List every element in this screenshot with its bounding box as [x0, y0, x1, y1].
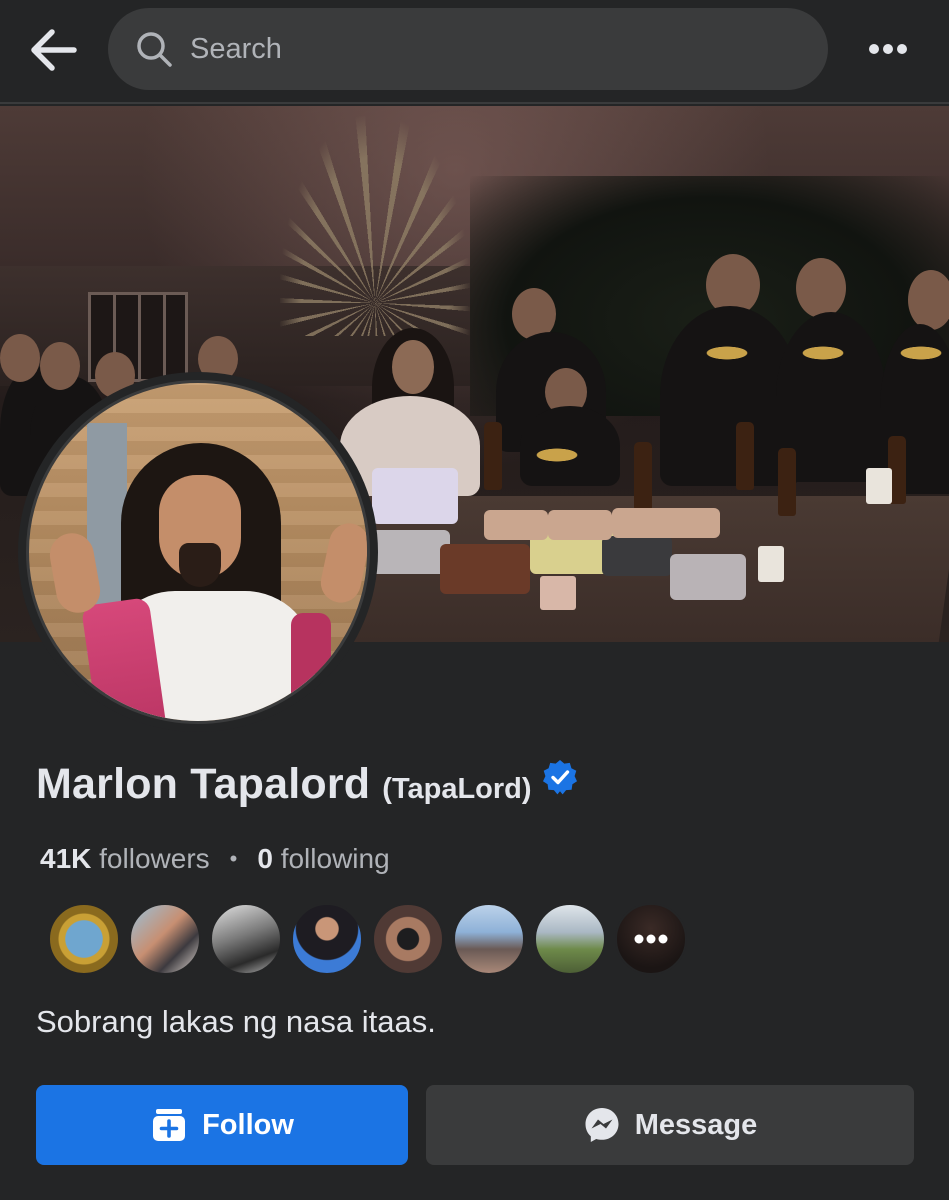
follow-stats: 41K followers • 0 following: [40, 843, 390, 875]
cover-bottle: [736, 422, 754, 490]
mutual-follower-avatar[interactable]: [453, 903, 525, 975]
followers-link[interactable]: 41K followers: [40, 843, 210, 875]
stats-separator: •: [229, 846, 238, 871]
avatar-beard: [179, 543, 221, 587]
profile-bio: Sobrang lakas ng nasa itaas.: [36, 1004, 436, 1039]
top-bar: [0, 0, 949, 104]
mutual-follower-avatar[interactable]: [129, 903, 201, 975]
followers-count: 41K: [40, 843, 92, 874]
message-button-label: Message: [634, 1108, 758, 1141]
mutual-follower-avatar[interactable]: [48, 903, 120, 975]
messenger-icon: [583, 1106, 621, 1144]
ellipsis-horizontal-icon: [869, 44, 907, 54]
verified-badge-icon: [542, 759, 577, 794]
cover-plant: [280, 116, 470, 336]
cover-food-tray: [660, 508, 720, 538]
follow-button-label: Follow: [202, 1108, 294, 1141]
cover-box: [372, 468, 458, 524]
search-input[interactable]: [190, 32, 790, 66]
cover-head: [392, 340, 434, 394]
back-button[interactable]: [22, 22, 84, 78]
cover-head: [0, 334, 40, 382]
more-mutual-followers-button[interactable]: [615, 903, 687, 975]
add-friend-icon: [150, 1107, 188, 1143]
follow-button[interactable]: Follow: [36, 1085, 408, 1165]
cover-foil-tray: [370, 530, 450, 574]
cover-shirt-logo: [522, 444, 592, 466]
cover-head: [796, 258, 846, 318]
cover-cup: [758, 546, 784, 582]
cover-food-tray: [484, 510, 548, 540]
profile-name-row: Marlon Tapalord (TapaLord): [36, 759, 578, 809]
cover-shirt-logo: [788, 342, 858, 364]
cover-cup: [866, 468, 892, 504]
profile-alternate-name: (TapaLord): [382, 773, 532, 805]
following-count: 0: [257, 843, 273, 874]
more-options-button[interactable]: [858, 26, 918, 72]
mutual-follower-avatar[interactable]: [372, 903, 444, 975]
cover-shirt-logo: [692, 342, 762, 364]
profile-picture[interactable]: [18, 372, 378, 732]
mutual-follower-avatar[interactable]: [534, 903, 606, 975]
ellipsis-horizontal-icon: [634, 934, 668, 944]
following-label: following: [280, 843, 390, 874]
followers-label: followers: [99, 843, 210, 874]
cover-food-tray: [548, 510, 612, 540]
cover-food-plate: [440, 544, 530, 594]
cover-bottle: [778, 448, 796, 516]
cover-food-tray: [670, 554, 746, 600]
cover-shirt-logo: [886, 342, 949, 364]
mutual-follower-avatar[interactable]: [210, 903, 282, 975]
profile-picture-image: [26, 380, 370, 724]
arrow-left-icon: [31, 29, 77, 71]
message-button[interactable]: Message: [426, 1085, 914, 1165]
search-icon: [134, 29, 174, 69]
profile-name: Marlon Tapalord: [36, 760, 371, 808]
cover-bottle: [484, 422, 502, 490]
mutual-followers-row: [48, 903, 696, 975]
cover-head: [908, 270, 949, 330]
cover-cup: [540, 576, 576, 610]
cover-food-tray: [602, 536, 672, 576]
mutual-follower-avatar[interactable]: [291, 903, 363, 975]
cover-bottle: [634, 442, 652, 510]
avatar-scarf: [291, 613, 331, 721]
search-bar[interactable]: [108, 8, 828, 90]
following-link[interactable]: 0 following: [257, 843, 389, 875]
